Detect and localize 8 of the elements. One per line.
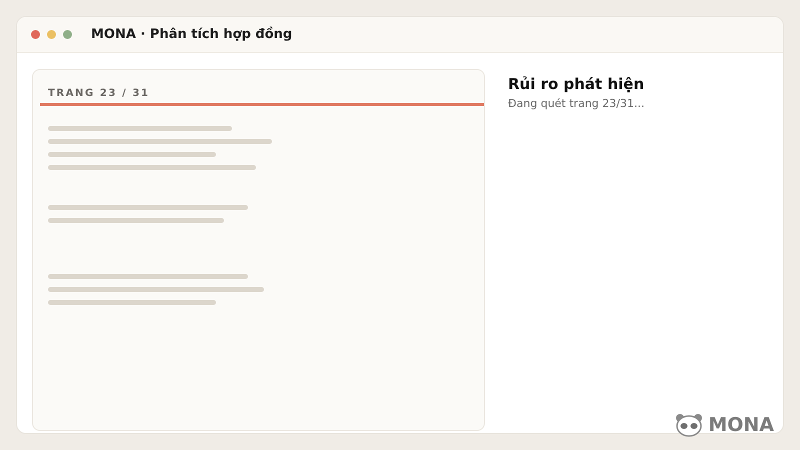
maximize-icon[interactable]	[63, 30, 72, 39]
close-icon[interactable]	[31, 30, 40, 39]
page-label: TRANG 23 / 31	[48, 88, 150, 99]
window-title: MONA · Phân tích hợp đồng	[91, 27, 292, 42]
risks-title: Rủi ro phát hiện	[508, 75, 644, 93]
scan-status: Đang quét trang 23/31...	[508, 97, 644, 110]
logo-text: MONA	[708, 414, 774, 436]
minimize-icon[interactable]	[47, 30, 56, 39]
